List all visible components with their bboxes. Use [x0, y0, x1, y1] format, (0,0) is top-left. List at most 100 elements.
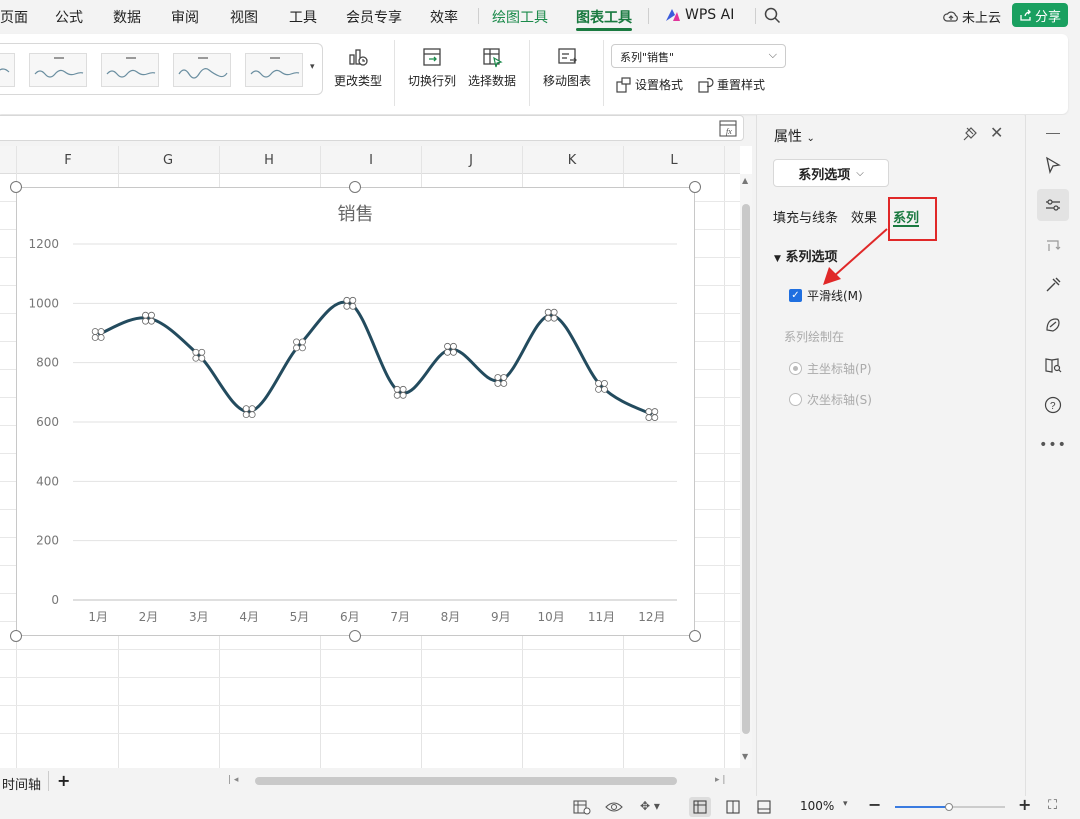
data-point-handle[interactable] [299, 338, 306, 346]
column-header-i[interactable]: I [361, 153, 381, 168]
chart-style-thumb[interactable] [245, 53, 303, 87]
select-pointer-icon[interactable] [1037, 149, 1069, 181]
navigate-icon[interactable]: ✥ ▾ [640, 799, 660, 813]
column-header-h[interactable]: H [259, 153, 279, 168]
data-point-handle[interactable] [293, 338, 300, 346]
primary-axis-option[interactable]: 主坐标轴(P) [789, 360, 872, 377]
primary-axis-radio[interactable] [789, 362, 802, 375]
data-point-handle[interactable] [399, 385, 407, 393]
data-point-handle[interactable] [91, 334, 99, 341]
help-icon[interactable]: ? [1037, 389, 1069, 421]
column-header-f[interactable]: F [58, 153, 78, 168]
data-point-handle[interactable] [399, 391, 407, 399]
data-point-handle[interactable] [343, 302, 351, 310]
data-point-handle[interactable] [595, 385, 602, 393]
data-point-handle[interactable] [601, 385, 608, 393]
menu-data[interactable]: 数据 [113, 7, 141, 27]
menu-wps-ai[interactable]: WPS AI [665, 7, 734, 23]
data-point-handle[interactable] [192, 354, 200, 362]
data-point-handle[interactable] [550, 308, 558, 316]
format-settings-button[interactable]: 设置格式 [616, 76, 683, 93]
data-point-handle[interactable] [349, 296, 357, 304]
menu-page[interactable]: 页面 [0, 7, 28, 27]
resize-handle-bottom[interactable] [349, 630, 361, 642]
data-point-handle[interactable] [142, 317, 149, 325]
scroll-right-icon[interactable]: ▸ | [715, 775, 725, 785]
secondary-axis-radio[interactable] [789, 393, 802, 406]
resize-handle-bottom-right[interactable] [689, 630, 701, 642]
resize-handle-bottom-left[interactable] [10, 630, 22, 642]
transform-icon[interactable] [1037, 229, 1069, 261]
series-options-dropdown[interactable]: 系列选项 ⌵ [773, 159, 889, 187]
menu-view[interactable]: 视图 [230, 7, 258, 27]
book-search-icon[interactable] [1037, 349, 1069, 381]
data-point-handle[interactable] [444, 342, 451, 350]
data-point-handle[interactable] [198, 348, 206, 356]
scroll-up-icon[interactable]: ▲ [742, 176, 748, 185]
collapse-rail-icon[interactable] [1046, 133, 1060, 134]
menu-tools[interactable]: 工具 [289, 7, 317, 27]
zoom-level[interactable]: 100% [800, 799, 834, 813]
data-point-handle[interactable] [343, 296, 351, 304]
data-point-handle[interactable] [97, 328, 105, 335]
fullscreen-icon[interactable]: ⛶ [1048, 798, 1057, 813]
change-type-button[interactable]: 更改类型 [332, 46, 384, 89]
line-chart-plot[interactable]: 0 200 400 600 800 1000 1200 1月 2月 3月 4月 5月 6月 7月 8月 9月… [17, 188, 696, 637]
add-sheet-button[interactable]: + [57, 771, 70, 790]
data-point-handle[interactable] [91, 328, 99, 335]
menu-chart-tools[interactable]: 图表工具 [576, 7, 632, 27]
select-data-button[interactable]: 选择数据 [466, 46, 518, 89]
pin-icon[interactable] [962, 126, 978, 142]
insert-function-icon[interactable]: fx [719, 120, 737, 137]
data-point-handle[interactable] [349, 302, 357, 310]
data-point-handle[interactable] [393, 391, 401, 399]
data-point-handle[interactable] [97, 334, 105, 341]
data-point-handle[interactable] [544, 308, 552, 316]
resize-handle-top[interactable] [349, 181, 361, 193]
data-point-handle[interactable] [494, 380, 502, 387]
data-point-handle[interactable] [645, 414, 653, 421]
menu-review[interactable]: 审阅 [171, 7, 199, 27]
data-point-handle[interactable] [651, 408, 659, 415]
menu-efficiency[interactable]: 效率 [430, 7, 458, 27]
reset-style-button[interactable]: 重置样式 [698, 76, 765, 93]
sheet-tab[interactable]: 时间轴 [2, 774, 41, 793]
share-button[interactable]: 分享 [1012, 3, 1068, 27]
formula-bar[interactable]: fx [0, 115, 744, 141]
data-point-handle[interactable] [645, 408, 653, 415]
data-point-handle[interactable] [192, 348, 200, 356]
zoom-in-button[interactable]: + [1018, 795, 1031, 814]
smooth-line-checkbox[interactable]: ✓ [789, 289, 802, 302]
vertical-scrollbar[interactable]: ▲ ▼ [740, 174, 752, 768]
column-header-k[interactable]: K [562, 153, 582, 168]
menu-drawing-tools[interactable]: 绘图工具 [492, 7, 548, 27]
data-point-handle[interactable] [242, 405, 250, 413]
column-header-j[interactable]: J [461, 153, 481, 168]
zoom-out-button[interactable]: − [868, 795, 881, 814]
horizontal-scroll-thumb[interactable] [255, 777, 677, 785]
chart-object[interactable]: 销售 0 200 400 600 800 1000 1200 1月 2月 3月 4月 5月 6月 7月 8… [16, 187, 695, 636]
data-point-handle[interactable] [248, 405, 256, 413]
data-point-handle[interactable] [595, 379, 602, 387]
data-point-handle[interactable] [450, 342, 457, 350]
data-point-handle[interactable] [544, 314, 552, 322]
scroll-left-icon[interactable]: | ◂ [228, 775, 238, 785]
chart-style-thumb[interactable] [101, 53, 159, 87]
more-icon[interactable]: ••• [1037, 429, 1069, 461]
data-point-handle[interactable] [242, 411, 250, 419]
resize-handle-top-left[interactable] [10, 181, 22, 193]
data-point-handle[interactable] [444, 348, 451, 356]
resize-handle-top-right[interactable] [689, 181, 701, 193]
data-point-handle[interactable] [651, 414, 659, 421]
data-point-handle[interactable] [500, 380, 508, 387]
scroll-down-icon[interactable]: ▼ [742, 752, 748, 761]
data-point-handle[interactable] [500, 374, 508, 381]
tools-icon[interactable] [1037, 269, 1069, 301]
data-point-handle[interactable] [601, 379, 608, 387]
series-select[interactable]: 系列"销售" ⌵ [611, 44, 786, 68]
data-point-handle[interactable] [148, 311, 155, 319]
switch-row-col-button[interactable]: 切换行列 [406, 46, 458, 89]
data-point-handle[interactable] [494, 374, 502, 381]
data-point-handle[interactable] [142, 311, 149, 319]
data-point-handle[interactable] [148, 317, 155, 325]
